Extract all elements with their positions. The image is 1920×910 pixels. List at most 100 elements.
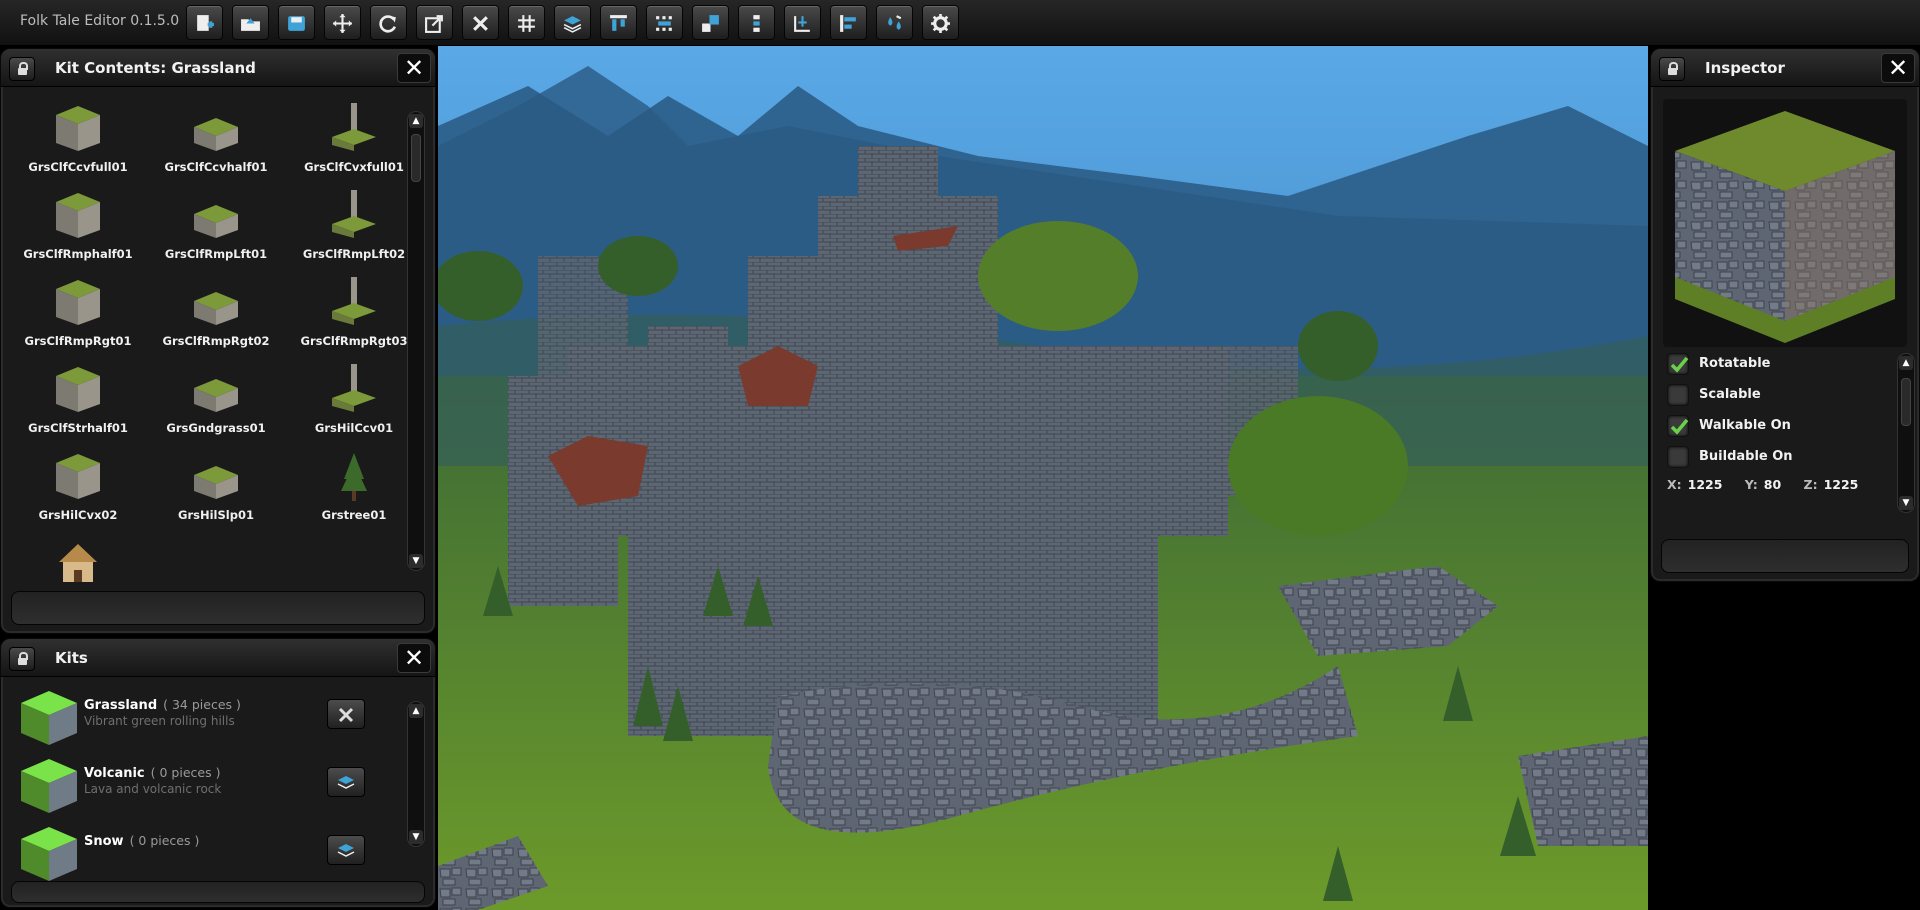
kit-description: Lava and volcanic rock — [84, 782, 222, 796]
open-map-button[interactable] — [232, 5, 269, 40]
kit-piece-thumbnail — [56, 106, 100, 151]
kit-piece-item[interactable]: GrsClfRmpLft02 — [289, 188, 413, 272]
kit-piece-thumbnail — [341, 453, 367, 501]
settings-button[interactable] — [922, 5, 959, 40]
lock-icon[interactable] — [9, 647, 35, 671]
kit-row-grassland[interactable]: Grassland ( 34 pieces ) Vibrant green roll… — [19, 687, 409, 751]
kit-load-button[interactable] — [327, 767, 365, 797]
delete-tool-button[interactable] — [462, 5, 499, 40]
kit-contents-scrollbar[interactable]: ▲ ▼ — [407, 111, 425, 571]
kit-piece-label: GrsClfRmpRgt03 — [300, 334, 408, 348]
folder-icon — [241, 18, 260, 31]
inspector-title: Inspector — [1705, 59, 1785, 77]
align-left-button[interactable] — [830, 5, 867, 40]
scroll-up-arrow-icon[interactable]: ▲ — [409, 114, 423, 128]
scroll-thumb[interactable] — [411, 134, 421, 182]
scroll-up-arrow-icon[interactable]: ▲ — [409, 704, 423, 718]
kit-name-text: Volcanic — [84, 766, 145, 781]
grass-cube-icon — [21, 759, 77, 813]
kit-piece-item[interactable]: GrsHilCcv01 — [289, 362, 413, 446]
close-kits-button[interactable]: ✕ — [397, 643, 431, 673]
checkbox[interactable] — [1667, 353, 1689, 375]
kit-load-button[interactable] — [327, 835, 365, 865]
scale-tool-button[interactable] — [416, 5, 453, 40]
kit-piece-label: GrsClfRmpLft01 — [164, 247, 268, 261]
lock-icon[interactable] — [9, 57, 35, 81]
save-map-button[interactable] — [278, 5, 315, 40]
kit-piece-item[interactable]: GrsClfRmpRgt01 — [13, 275, 143, 359]
kit-piece-label: GrsClfCcvfull01 — [28, 160, 128, 174]
pivot-tool-button[interactable] — [784, 5, 821, 40]
layers-icon — [337, 844, 355, 857]
y-label: Y: — [1744, 477, 1758, 492]
cross-icon — [338, 707, 354, 723]
checkbox[interactable] — [1667, 415, 1689, 437]
kit-pieces-grid: GrsClfCcvfull01 GrsClfCcvhalf01 GrsClfCvxf… — [13, 101, 413, 641]
scroll-down-arrow-icon[interactable]: ▼ — [409, 830, 423, 844]
gear-icon — [931, 14, 950, 33]
layers-button[interactable] — [554, 5, 591, 40]
kit-name: Volcanic ( 0 pieces ) — [84, 765, 220, 781]
checkbox[interactable] — [1667, 446, 1689, 468]
move-icon — [333, 14, 352, 33]
save-icon — [288, 16, 305, 31]
kit-piece-thumbnail — [194, 205, 238, 238]
distribute-icon — [656, 16, 672, 31]
kit-delete-button[interactable] — [327, 699, 365, 729]
kit-piece-item[interactable]: GrsClfRmpLft01 — [151, 188, 281, 272]
kit-contents-panel: Kit Contents: Grassland ✕ GrsClfCcvfull0… — [0, 48, 436, 634]
kit-name: Snow ( 0 pieces ) — [84, 833, 199, 849]
scroll-down-arrow-icon[interactable]: ▼ — [409, 554, 423, 568]
scene-viewport[interactable] — [438, 46, 1648, 910]
kit-piece-count: ( 34 pieces ) — [163, 697, 241, 712]
kit-piece-item[interactable]: GrsClfRmpRgt02 — [151, 275, 281, 359]
checkbox[interactable] — [1667, 384, 1689, 406]
group-pieces-button[interactable] — [738, 5, 775, 40]
layers-icon — [563, 16, 582, 33]
distribute-button[interactable] — [646, 5, 683, 40]
kit-piece-label: GrsClfRmphalf01 — [23, 247, 133, 261]
kit-piece-label: GrsGndgrass01 — [166, 421, 266, 435]
kit-piece-item[interactable]: GrsClfRmpRgt03 — [289, 275, 413, 359]
inspector-scrollbar[interactable]: ▲ ▼ — [1897, 353, 1915, 513]
scroll-up-arrow-icon[interactable]: ▲ — [1899, 356, 1913, 370]
move-tool-button[interactable] — [324, 5, 361, 40]
align-top-icon — [610, 15, 627, 31]
lock-icon[interactable] — [1659, 57, 1685, 81]
property-label: Rotatable — [1699, 356, 1771, 371]
kit-piece-label: GrsClfCvxfull01 — [304, 160, 404, 174]
kit-row-volcanic[interactable]: Volcanic ( 0 pieces ) Lava and volcanic ro… — [19, 755, 409, 819]
kit-piece-item[interactable]: GrsClfCvxfull01 — [289, 101, 413, 185]
snap-pieces-button[interactable] — [692, 5, 729, 40]
kit-contents-header: Kit Contents: Grassland ✕ — [1, 49, 435, 87]
kit-piece-thumbnail — [56, 367, 100, 412]
scroll-thumb[interactable] — [1901, 378, 1911, 426]
kit-piece-item[interactable]: GrsClfCcvfull01 — [13, 101, 143, 185]
scroll-down-arrow-icon[interactable]: ▼ — [1899, 496, 1913, 510]
kit-piece-item[interactable]: GrsGndgrass01 — [151, 362, 281, 446]
kit-piece-item[interactable]: GrsHilSlp01 — [151, 449, 281, 533]
kit-piece-item[interactable]: GrsClfRmphalf01 — [13, 188, 143, 272]
kit-piece-label: GrsClfCcvhalf01 — [164, 160, 268, 174]
kit-piece-count: ( 0 pieces ) — [129, 833, 200, 848]
kit-piece-label: GrsHilSlp01 — [178, 508, 254, 522]
kit-piece-label: GrsHilCcv01 — [314, 421, 394, 435]
kit-row-snow[interactable]: Snow ( 0 pieces ) — [19, 823, 409, 887]
rotate-icon — [379, 15, 397, 33]
layers-icon — [337, 776, 355, 789]
kit-piece-item[interactable]: GrsClfCcvhalf01 — [151, 101, 281, 185]
kit-piece-item[interactable]: GrsHilCvx02 — [13, 449, 143, 533]
kit-piece-thumbnail — [59, 544, 97, 582]
new-map-button[interactable] — [186, 5, 223, 40]
kit-piece-item[interactable]: GrsClfStrhalf01 — [13, 362, 143, 446]
close-inspector-button[interactable]: ✕ — [1881, 53, 1915, 83]
kit-piece-item[interactable]: Grstree01 — [289, 449, 413, 533]
rotate-tool-button[interactable] — [370, 5, 407, 40]
grid-toggle-button[interactable] — [508, 5, 545, 40]
align-top-button[interactable] — [600, 5, 637, 40]
grass-cube-icon — [21, 691, 77, 745]
close-kit-contents-button[interactable]: ✕ — [397, 53, 431, 83]
kits-scrollbar[interactable]: ▲ ▼ — [407, 701, 425, 847]
kit-contents-title: Kit Contents: Grassland — [55, 59, 256, 77]
paint-tool-button[interactable] — [876, 5, 913, 40]
